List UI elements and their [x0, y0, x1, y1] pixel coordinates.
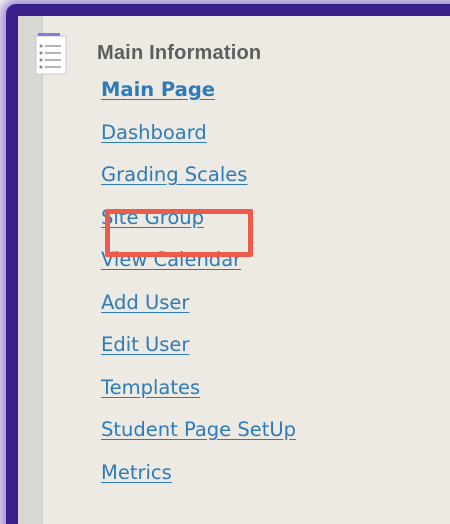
nav-link-main-page[interactable]: Main Page [101, 76, 296, 119]
nav-link-edit-user[interactable]: Edit User [101, 331, 296, 374]
document-list-icon [35, 33, 67, 75]
nav-link-dashboard[interactable]: Dashboard [101, 119, 296, 162]
section-title: Main Information [97, 42, 262, 64]
panel-left-strip [18, 16, 43, 524]
nav-link-student-page-setup[interactable]: Student Page SetUp [101, 416, 296, 459]
nav-link-metrics[interactable]: Metrics [101, 459, 296, 502]
nav-link-grading-scales[interactable]: Grading Scales [101, 161, 296, 204]
nav-link-templates[interactable]: Templates [101, 374, 296, 417]
screenshot-frame: Main Information Main Page Dashboard Gra… [0, 0, 450, 524]
highlight-annotation-box [105, 209, 253, 257]
nav-link-list: Main Page Dashboard Grading Scales Site … [101, 76, 296, 501]
nav-link-add-user[interactable]: Add User [101, 289, 296, 332]
